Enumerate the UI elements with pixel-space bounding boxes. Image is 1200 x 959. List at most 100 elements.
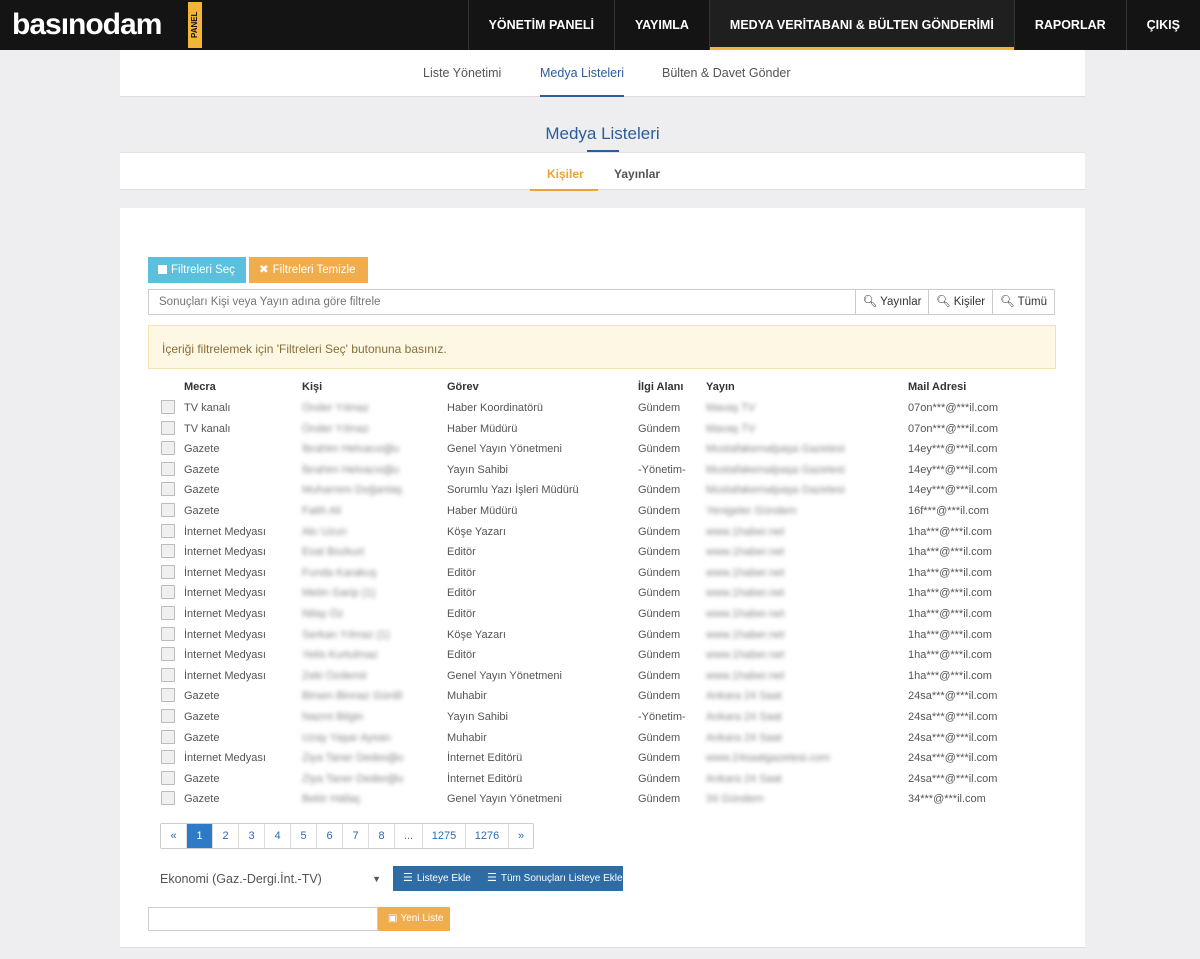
page-link[interactable]: 5	[290, 824, 316, 848]
cell-email: 34***@***il.com	[908, 793, 986, 806]
cell-email: 1ha***@***il.com	[908, 525, 992, 538]
page-prev[interactable]: «	[161, 824, 186, 848]
close-icon: ✖	[259, 264, 269, 276]
row-checkbox[interactable]	[161, 770, 175, 785]
subtab-send-bulletin[interactable]: Bülten & Davet Gönder	[662, 66, 791, 80]
subtab-media-lists[interactable]: Medya Listeleri	[540, 66, 625, 97]
nav-management-panel[interactable]: YÖNETİM PANELİ	[467, 0, 614, 50]
row-checkbox[interactable]	[161, 585, 175, 600]
cell-person: Serkan Yılmaz (1)	[302, 628, 390, 641]
page-link[interactable]: 6	[316, 824, 342, 848]
cell-person: Nilay Öz	[302, 608, 344, 620]
cell-publication: www.1haber.net	[706, 566, 785, 579]
save-icon: ▣	[388, 913, 398, 924]
active-underline	[540, 95, 625, 97]
row-checkbox[interactable]	[161, 482, 175, 497]
cell-medium: Gazete	[184, 772, 220, 785]
cell-publication: www.1haber.net	[706, 587, 785, 600]
table-row: Gazete Ziya Taner Dedeoğlu İnternet Editör…	[148, 768, 1056, 789]
tab-publications[interactable]: Yayınlar	[614, 167, 660, 181]
cell-interest: Gündem	[638, 649, 681, 662]
cell-publication: Mustafakemalpaşa Gazetesi	[706, 443, 845, 456]
search-publications-button[interactable]: 🔍︎ Yayınlar	[855, 289, 929, 315]
page-link[interactable]: 8	[368, 824, 394, 848]
row-checkbox[interactable]	[161, 503, 175, 517]
page-link[interactable]: 7	[342, 824, 368, 848]
cell-role: Muhabir	[447, 690, 487, 703]
cell-publication: 34 Gündem	[706, 793, 764, 806]
cell-email: 1ha***@***il.com	[908, 649, 992, 662]
table-row: Gazete Nazmi Bilgin Yayın Sahibi -Yönetim- A…	[148, 706, 1056, 727]
page-link[interactable]: 2	[212, 824, 238, 848]
row-checkbox[interactable]	[161, 667, 175, 682]
row-checkbox[interactable]	[161, 791, 175, 806]
nav-logout[interactable]: ÇIKIŞ	[1125, 0, 1200, 50]
list-select[interactable]: Ekonomi (Gaz.-Dergi.İnt.-TV) ▼	[160, 867, 385, 891]
search-all-button[interactable]: 🔍︎ Tümü	[992, 289, 1055, 315]
row-checkbox[interactable]	[161, 606, 175, 620]
row-checkbox[interactable]	[161, 420, 175, 435]
cell-role: Sorumlu Yazı İşleri Müdürü	[447, 484, 579, 497]
row-checkbox[interactable]	[161, 626, 175, 641]
cell-medium: İnternet Medyası	[184, 546, 266, 559]
page-link[interactable]: 1	[186, 824, 212, 848]
row-checkbox[interactable]	[161, 523, 175, 538]
cell-interest: -Yönetim-	[638, 711, 686, 723]
nav-reports[interactable]: RAPORLAR	[1013, 0, 1126, 50]
row-checkbox[interactable]	[161, 400, 175, 414]
col-header-email[interactable]: Mail Adresi	[908, 381, 966, 393]
cell-interest: Gündem	[638, 752, 681, 765]
clear-filters-button[interactable]: ✖ Filtreleri Temizle	[249, 257, 368, 283]
row-checkbox[interactable]	[161, 688, 175, 703]
search-input[interactable]	[148, 289, 856, 315]
col-header-person[interactable]: Kişi	[302, 381, 322, 393]
cell-role: Yayın Sahibi	[447, 711, 508, 723]
table-row: Gazete Bekir Hallaç Genel Yayın Yönetmeni G…	[148, 788, 1056, 809]
cell-publication: Yenigeler Gündem	[706, 505, 797, 517]
row-checkbox[interactable]	[161, 544, 175, 559]
button-label: Kişiler	[953, 296, 986, 308]
add-to-list-button[interactable]: ☰ Listeye Ekle	[393, 866, 477, 891]
add-all-results-button[interactable]: ☰ Tüm Sonuçları Listeye Ekle	[477, 866, 623, 891]
row-checkbox[interactable]	[161, 729, 175, 744]
cell-person: İbrahim Helvacıoğlu	[302, 463, 400, 476]
col-header-interest[interactable]: İlgi Alanı	[638, 381, 683, 393]
new-list-name-input[interactable]	[148, 907, 378, 931]
row-checkbox[interactable]	[161, 709, 175, 723]
search-people-button[interactable]: 🔍︎ Kişiler	[928, 289, 993, 315]
logo[interactable]: basınodam	[12, 8, 162, 42]
page-link[interactable]: 3	[238, 824, 264, 848]
row-checkbox[interactable]	[161, 441, 175, 456]
cell-email: 24sa***@***il.com	[908, 752, 998, 765]
row-checkbox[interactable]	[161, 750, 175, 765]
caret-down-icon: ▼	[372, 874, 381, 884]
cell-person: Yetis Kurtulmaz	[302, 649, 379, 662]
table-row: İnternet Medyası Zeki Özdemir Genel Yayın …	[148, 665, 1056, 686]
page-link[interactable]: 1276	[465, 824, 508, 848]
page-link[interactable]: 1275	[422, 824, 465, 848]
select-filters-button[interactable]: Filtreleri Seç	[148, 257, 246, 283]
subtab-list-management[interactable]: Liste Yönetimi	[423, 66, 501, 80]
new-list-button[interactable]: ▣ Yeni Liste	[378, 907, 450, 931]
cell-role: Haber Müdürü	[447, 422, 518, 435]
page-link[interactable]: 4	[264, 824, 290, 848]
cell-medium: Gazete	[184, 711, 220, 723]
row-checkbox[interactable]	[161, 647, 175, 662]
checkbox-icon	[158, 265, 167, 274]
row-checkbox[interactable]	[161, 461, 175, 476]
col-header-role[interactable]: Görev	[447, 381, 479, 393]
nav-publish[interactable]: YAYIMLA	[613, 0, 709, 50]
nav-media-database[interactable]: MEDYA VERİTABANI & BÜLTEN GÖNDERİMİ	[708, 0, 1014, 50]
cell-publication: Mavaş TV	[706, 422, 756, 435]
cell-medium: İnternet Medyası	[184, 525, 266, 538]
page-next[interactable]: »	[508, 824, 533, 848]
col-header-publication[interactable]: Yayın	[706, 381, 735, 393]
cell-interest: Gündem	[638, 793, 681, 806]
cell-medium: Gazete	[184, 443, 220, 456]
button-label: Yayınlar	[880, 296, 922, 308]
cell-publication: Mavaş TV	[706, 402, 756, 414]
col-header-medium[interactable]: Mecra	[184, 381, 216, 393]
tab-people[interactable]: Kişiler	[547, 167, 584, 181]
row-checkbox[interactable]	[161, 564, 175, 579]
subtab-label: Medya Listeleri	[540, 66, 625, 80]
